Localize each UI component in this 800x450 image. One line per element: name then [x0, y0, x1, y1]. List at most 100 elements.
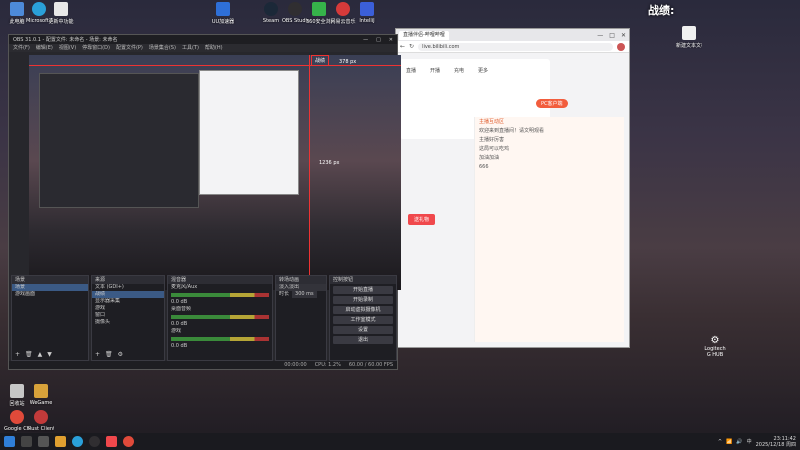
desktop-icon-360[interactable]: 360安全浏览器	[306, 2, 332, 25]
scene-item[interactable]: 场景	[12, 284, 88, 291]
bilibili-icon[interactable]	[106, 436, 117, 447]
start-streaming-button[interactable]: 开始直播	[333, 286, 393, 294]
scene-item[interactable]: 游戏画面	[12, 291, 88, 298]
chat-message: 欢迎来到直播间！请文明观看	[479, 128, 545, 134]
desktop-icon-recycle[interactable]: 回收站	[4, 384, 30, 407]
studio-mode-button[interactable]: 工作室模式	[333, 316, 393, 324]
logitech-widget[interactable]: ⚙ Logitech G HUB	[702, 336, 728, 359]
desktop-icon-obs[interactable]: OBS Studio	[282, 2, 308, 24]
windows-start-icon[interactable]	[4, 436, 15, 447]
edge-icon[interactable]	[72, 436, 83, 447]
url-input[interactable]: live.bilibili.com	[418, 42, 613, 51]
nav-item-start[interactable]: 开播	[430, 67, 440, 74]
sources-toolbar: + 🗑 ⚙	[95, 351, 123, 358]
nav-item-charge[interactable]: 充电	[454, 67, 464, 74]
exit-button[interactable]: 退出	[333, 336, 393, 344]
avatar[interactable]	[617, 42, 625, 51]
network-icon[interactable]: 📶	[726, 439, 732, 445]
window-controls: — □ ✕	[597, 32, 626, 39]
minimize-icon[interactable]: —	[597, 32, 603, 39]
scenes-toolbar: + 🗑 ▲ ▼	[15, 351, 52, 358]
back-icon[interactable]: ←	[400, 43, 405, 50]
transitions-title: 转场动画	[276, 276, 326, 284]
menu-tools[interactable]: 工具(T)	[182, 44, 199, 52]
desktop-icon-uu[interactable]: UU加速器	[210, 2, 236, 25]
nav-item-live[interactable]: 直播	[406, 67, 416, 74]
obs-preview[interactable]: 战绩 378 px 1236 px	[29, 55, 401, 290]
source-item[interactable]: 显示器采集	[92, 298, 164, 305]
mixer-channel-level: 0.0 dB	[171, 299, 188, 305]
taskbar: ^ 📶 🔊 中 23:11:42 2025/12/18 周四	[0, 433, 800, 450]
volume-meter	[171, 293, 269, 297]
mixer-channel-name: 桌面音频	[171, 306, 192, 312]
gift-button[interactable]: 送礼物	[408, 214, 436, 225]
up-icon[interactable]: ▲	[38, 351, 43, 358]
desktop-icon-intellij[interactable]: IntelliJ	[354, 2, 380, 24]
browser-window: 直播伴侣-哔哩哔哩 — □ ✕ ← ↻ live.bilibili.com 直播…	[395, 28, 630, 348]
volume-icon[interactable]: 🔊	[736, 439, 742, 445]
controls-panel: 控制按钮 开始直播 开始录制 启动虚拟摄像机 工作室模式 设置 退出	[329, 275, 397, 361]
source-item[interactable]: 摄像头	[92, 319, 164, 326]
ide-icon	[360, 2, 374, 16]
menu-file[interactable]: 文件(F)	[13, 44, 30, 52]
menu-view[interactable]: 视图(V)	[59, 44, 76, 52]
pc-client-badge[interactable]: PC客户端	[536, 99, 568, 108]
transition-select[interactable]: 淡入淡出	[276, 284, 326, 291]
task-view-icon[interactable]	[38, 436, 49, 447]
computer-icon	[10, 2, 24, 16]
clock[interactable]: 23:11:42 2025/12/18 周四	[756, 436, 796, 448]
desktop-icon-rust[interactable]: Rust Client	[28, 410, 54, 432]
source-item[interactable]: 游戏	[92, 305, 164, 312]
mixer-panel: 混音器 麦克风/Aux 0.0 dB 桌面音频 0.0 dB 游戏 0.0 dB	[167, 275, 273, 361]
chrome-icon[interactable]	[123, 436, 134, 447]
desktop-icon-steam[interactable]: Steam	[258, 2, 284, 24]
system-tray: ^ 📶 🔊 中 23:11:42 2025/12/18 周四	[718, 436, 796, 448]
remove-icon[interactable]: 🗑	[105, 351, 113, 358]
controls-title: 控制按钮	[330, 276, 396, 284]
nav-item-more[interactable]: 更多	[478, 67, 488, 74]
desktop-icon-wegame[interactable]: WeGame	[28, 384, 54, 406]
chat-message: 666	[479, 164, 489, 170]
scenes-panel: 场景 场景 游戏画面 + 🗑 ▲ ▼	[11, 275, 89, 361]
chat-panel: 主播互动区 欢迎来到直播间！请文明观看 主播好厉害 这局可以吃鸡 加油加油 66…	[474, 117, 624, 342]
browser-tab[interactable]: 直播伴侣-哔哩哔哩	[399, 30, 449, 40]
menu-help[interactable]: 帮助(H)	[205, 44, 223, 52]
duration-input[interactable]: 300 ms	[292, 291, 317, 298]
preview-source-label[interactable]: 战绩	[311, 55, 330, 66]
gear-icon[interactable]: ⚙	[118, 351, 123, 358]
obs-title: OBS 31.0.1 - 配置文件: 未命名 - 场景: 未命名	[13, 37, 118, 43]
desktop-icon-update[interactable]: 更新中功能	[48, 2, 74, 25]
remove-icon[interactable]: 🗑	[25, 351, 33, 358]
obs-titlebar: OBS 31.0.1 - 配置文件: 未命名 - 场景: 未命名 — □ ✕	[9, 35, 397, 44]
desktop-icon-chrome[interactable]: Google Chrome	[4, 410, 30, 432]
start-recording-button[interactable]: 开始录制	[333, 296, 393, 304]
close-icon[interactable]: ✕	[621, 32, 626, 39]
add-icon[interactable]: +	[95, 351, 100, 358]
source-item[interactable]: 窗口	[92, 312, 164, 319]
obs-icon[interactable]	[89, 436, 100, 447]
chevron-up-icon[interactable]: ^	[718, 439, 722, 445]
minimize-icon[interactable]: —	[363, 37, 368, 43]
source-item[interactable]: 文本 (GDI+)	[92, 284, 164, 291]
refresh-icon[interactable]: ↻	[409, 43, 414, 50]
search-icon[interactable]	[21, 436, 32, 447]
close-icon[interactable]: ✕	[389, 37, 393, 43]
desktop-icon-netease[interactable]: 网易云音乐	[330, 2, 356, 25]
maximize-icon[interactable]: □	[609, 32, 615, 39]
obs-menubar: 文件(F) 编辑(E) 视图(V) 停靠窗口(D) 配置文件(P) 场景集合(S…	[9, 44, 397, 52]
down-icon[interactable]: ▼	[47, 351, 52, 358]
menu-edit[interactable]: 编辑(E)	[36, 44, 53, 52]
add-icon[interactable]: +	[15, 351, 20, 358]
file-explorer-icon[interactable]	[55, 436, 66, 447]
mixer-channel-level: 0.0 dB	[171, 321, 188, 327]
menu-scene-collection[interactable]: 场景集合(S)	[149, 44, 176, 52]
menu-docks[interactable]: 停靠窗口(D)	[82, 44, 110, 52]
desktop-icon-newtext[interactable]: 新建文本文档	[676, 26, 702, 49]
maximize-icon[interactable]: □	[376, 37, 381, 43]
virtual-camera-button[interactable]: 启动虚拟摄像机	[333, 306, 393, 314]
settings-button[interactable]: 设置	[333, 326, 393, 334]
mixer-channel-level: 0.0 dB	[171, 343, 188, 349]
menu-profile[interactable]: 配置文件(P)	[116, 44, 143, 52]
source-item[interactable]: 战绩	[92, 291, 164, 298]
input-language[interactable]: 中	[747, 438, 752, 445]
